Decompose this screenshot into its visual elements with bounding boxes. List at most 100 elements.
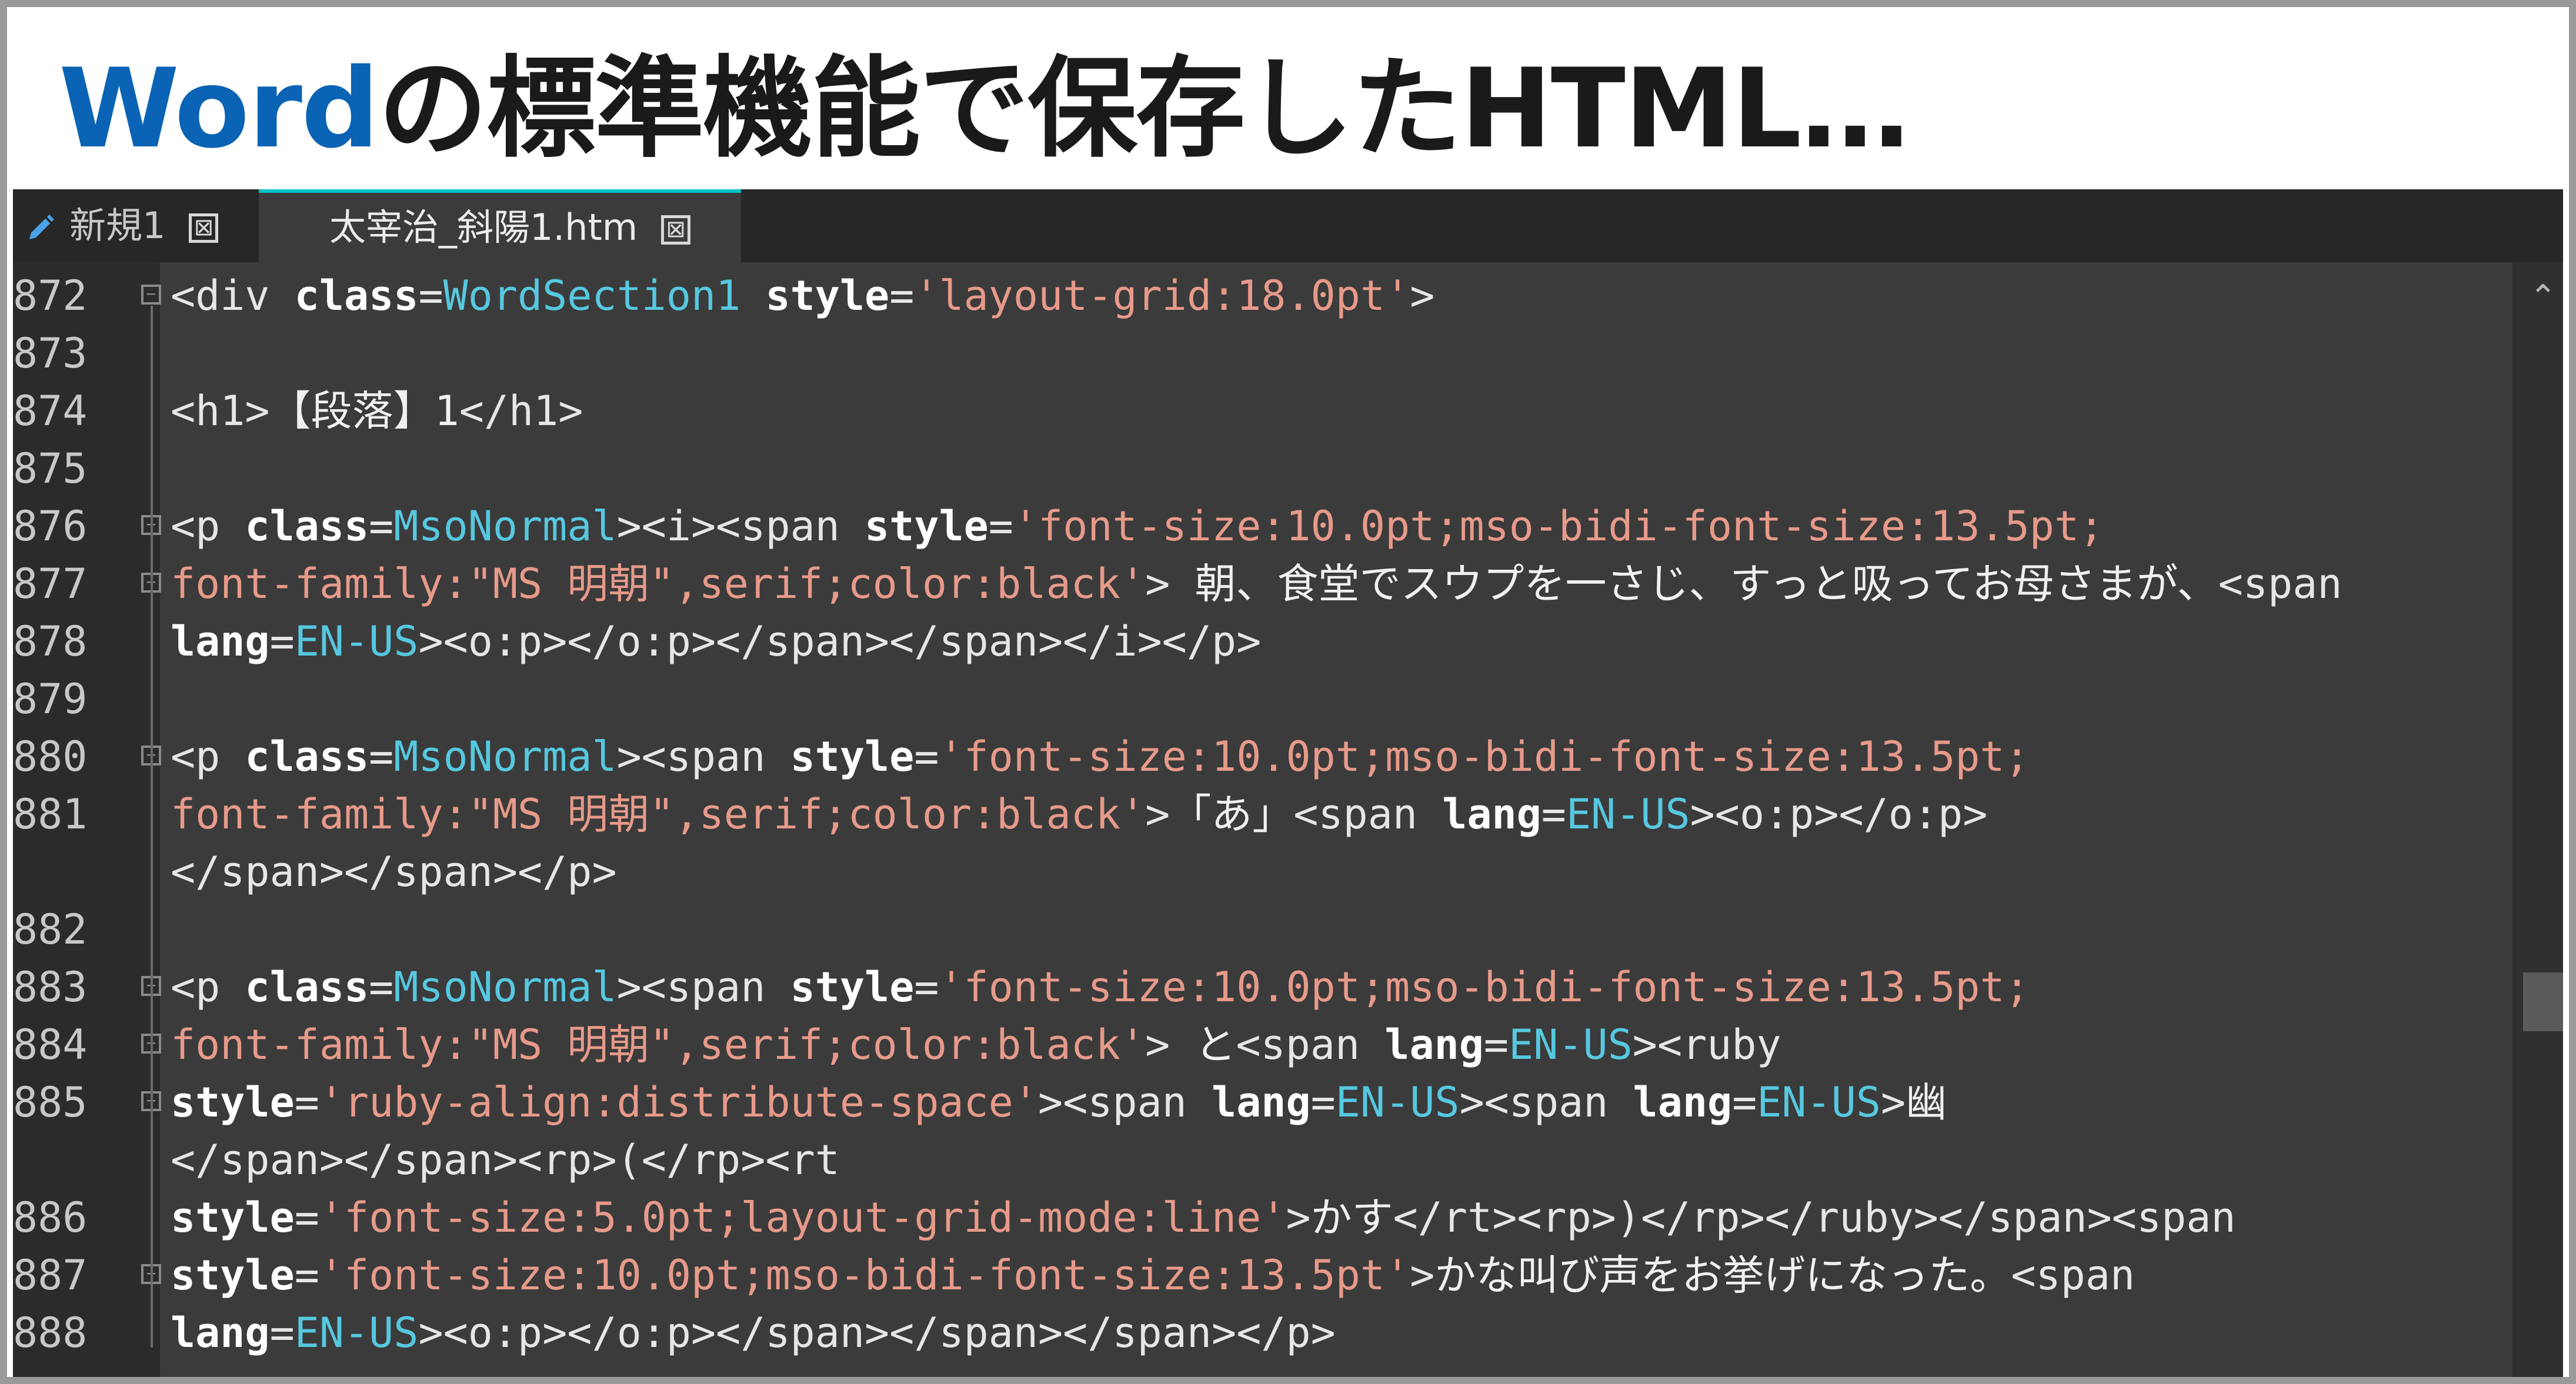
code-token: > (1145, 560, 1195, 608)
code-line[interactable]: 880−<p class=MsoNormal><span style='font… (13, 728, 2504, 785)
code-token: style (171, 1251, 295, 1299)
code-token: = (889, 272, 915, 320)
code-line[interactable]: 875 (13, 440, 2504, 497)
code-token: style (790, 963, 915, 1011)
code-token: EN-US (1566, 790, 1690, 838)
line-number: 887 (13, 1251, 88, 1299)
code-token: 「あ」 (1170, 790, 1294, 838)
code-token: style (171, 1078, 295, 1126)
code-token: = (269, 617, 295, 666)
code-token: <span (1293, 790, 1443, 838)
code-token: かな叫び声をお挙げになった。 (1434, 1251, 2011, 1299)
code-token: 'font-size:10.0pt;mso-bidi-font-size:13.… (1013, 502, 2104, 550)
code-text: lang=EN-US><o:p></o:p></span></span></i>… (171, 613, 1261, 670)
code-token: = (1732, 1078, 1757, 1126)
code-token: ><span (616, 733, 790, 781)
code-token: EN-US (294, 617, 419, 666)
tab-bar: 新規1 ⊠ 太宰治_斜陽1.htm ⊠ (13, 189, 2563, 262)
code-token: = (1483, 1021, 1509, 1069)
tab-active-file[interactable]: 太宰治_斜陽1.htm ⊠ (259, 189, 741, 262)
code-token: <div (171, 272, 295, 320)
code-token: と (1194, 1021, 1236, 1069)
code-token: = (418, 272, 443, 320)
code-token: lang (1212, 1078, 1311, 1126)
code-token: > (1880, 1078, 1906, 1126)
code-line[interactable]: </span></span><rp>(</rp><rt (13, 1131, 2504, 1189)
code-token: 【段落】1 (269, 387, 459, 435)
fold-toggle-icon[interactable]: − (141, 285, 161, 305)
code-token: font-family:"MS 明朝",serif;color:black' (171, 790, 1146, 838)
tab-new1[interactable]: 新規1 ⊠ (13, 189, 254, 262)
line-number: 875 (13, 444, 88, 493)
code-token: lang (171, 1309, 270, 1357)
code-line[interactable]: 881 font-family:"MS 明朝",serif;color:black… (13, 785, 2504, 843)
close-tab-icon[interactable]: ⊠ (661, 215, 691, 245)
code-line[interactable]: 879 (13, 670, 2504, 728)
code-token: class (245, 502, 369, 550)
code-line[interactable]: 876−<p class=MsoNormal><i><span style='f… (13, 497, 2504, 555)
code-token: 朝、食堂でスウプを一さじ、すっと吸ってお母さまが、 (1194, 560, 2218, 608)
code-line[interactable]: 878 lang=EN-US><o:p></o:p></span></span><… (13, 613, 2504, 670)
code-line[interactable]: 888 lang=EN-US><o:p></o:p></span></span><… (13, 1304, 2504, 1362)
scrollbar-thumb[interactable] (2523, 972, 2563, 1031)
code-token: style (790, 733, 915, 781)
code-token: ><i><span (616, 502, 865, 550)
code-token: ><span (1459, 1078, 1633, 1126)
code-line[interactable]: 885−style='ruby-align:distribute-space'>… (13, 1074, 2504, 1131)
code-token: lang (1442, 790, 1541, 838)
code-text: <p class=MsoNormal><span style='font-siz… (171, 958, 2030, 1016)
code-line[interactable]: 874 <h1>【段落】1</h1> (13, 382, 2504, 440)
scroll-up-icon[interactable]: ⌃ (2523, 280, 2563, 315)
code-token: > (1145, 790, 1170, 838)
slide-headline: Wordの標準機能で保存したHTML… (59, 41, 1910, 176)
headline-rest: の標準機能で保存したHTML… (378, 45, 1910, 172)
code-token: MsoNormal (393, 502, 617, 550)
pencil-icon (29, 214, 54, 239)
code-token: lang (171, 617, 270, 666)
code-token: > (1286, 1194, 1311, 1242)
code-token: 'font-size:10.0pt;mso-bidi-font-size:13.… (319, 1251, 1410, 1299)
close-tab-icon[interactable]: ⊠ (189, 213, 219, 243)
code-text: </span></span></p> (171, 843, 617, 901)
fold-guide (151, 306, 153, 1348)
code-text: style='font-size:10.0pt;mso-bidi-font-si… (171, 1246, 2135, 1304)
code-token: = (294, 1078, 319, 1126)
code-token: = (294, 1194, 319, 1242)
code-line[interactable]: 882 (13, 901, 2504, 958)
code-token: lang (1384, 1021, 1484, 1069)
code-line[interactable]: 873 (13, 325, 2504, 382)
line-number: 874 (13, 387, 88, 435)
code-line[interactable]: 887−style='font-size:10.0pt;mso-bidi-fon… (13, 1246, 2504, 1304)
vertical-scrollbar[interactable]: ⌃ (2512, 262, 2563, 1377)
code-token: style (765, 272, 890, 320)
code-line[interactable]: </span></span></p> (13, 843, 2504, 901)
code-editor: 新規1 ⊠ 太宰治_斜陽1.htm ⊠ 872− <div class=WordSec… (13, 189, 2563, 1377)
code-token: EN-US (294, 1309, 419, 1357)
code-token: 'ruby-align:distribute-space' (319, 1078, 1039, 1126)
code-token: = (369, 502, 394, 550)
code-line[interactable]: 884−font-family:"MS 明朝",serif;color:blac… (13, 1016, 2504, 1074)
code-line[interactable]: 883−<p class=MsoNormal><span style='font… (13, 958, 2504, 1016)
code-text: lang=EN-US><o:p></o:p></span></span></sp… (171, 1304, 1336, 1362)
code-token: <p (171, 502, 245, 550)
code-token: MsoNormal (393, 963, 617, 1011)
code-text: style='font-size:5.0pt;layout-grid-mode:… (171, 1189, 2236, 1246)
code-token: MsoNormal (393, 733, 617, 781)
code-token: = (914, 963, 939, 1011)
code-line[interactable]: 886 style='font-size:5.0pt;layout-grid-mo… (13, 1189, 2504, 1246)
code-token: ><o:p></o:p></span></span></span></p> (418, 1309, 1336, 1357)
code-token: <span (2011, 1251, 2135, 1299)
line-number: 876 (13, 502, 88, 550)
code-line[interactable]: 872− <div class=WordSection1 style='layou… (13, 267, 2504, 325)
code-text: font-family:"MS 明朝",serif;color:black'> … (171, 555, 2342, 613)
code-line[interactable]: 877−font-family:"MS 明朝",serif;color:blac… (13, 555, 2504, 613)
code-token: = (369, 963, 394, 1011)
code-token: EN-US (1509, 1021, 1633, 1069)
line-number: 873 (13, 329, 88, 377)
code-token: <span (1236, 1021, 1385, 1069)
code-token: lang (1633, 1078, 1733, 1126)
code-token: <p (171, 733, 245, 781)
code-token: ><o:p></o:p> (1690, 790, 1988, 838)
code-text: font-family:"MS 明朝",serif;color:black'> … (171, 1016, 1781, 1074)
headline-accent: Word (59, 45, 379, 172)
